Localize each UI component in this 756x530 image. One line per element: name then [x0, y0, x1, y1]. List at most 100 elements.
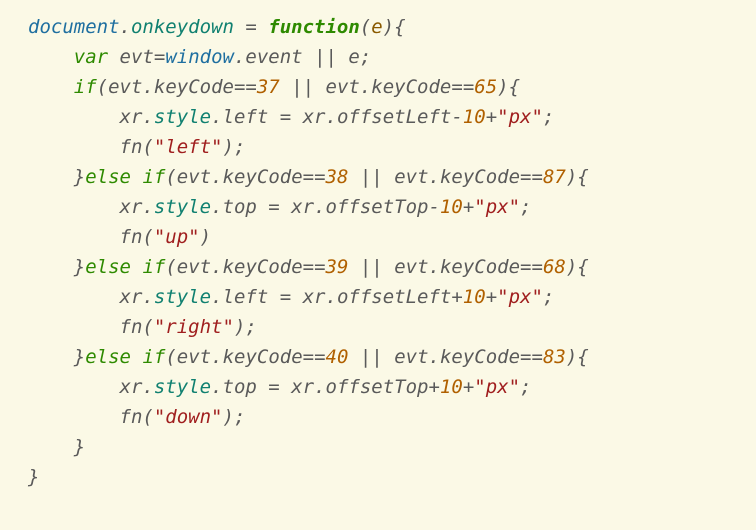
tok-event: event: [245, 46, 302, 68]
code-line: }else if(evt.keyCode==39 || evt.keyCode=…: [28, 256, 589, 278]
tok-keycode: keyCode: [440, 166, 520, 188]
tok-eqeq: ==: [451, 76, 474, 98]
tok-10: 10: [463, 286, 486, 308]
tok-xr: xr: [120, 376, 143, 398]
tok-xr: xr: [303, 286, 326, 308]
tok-document: document: [28, 16, 120, 38]
tok-brace-open: {: [509, 76, 520, 98]
tok-40: 40: [326, 346, 349, 368]
tok-paren-open: (: [142, 406, 153, 428]
tok-or: ||: [348, 346, 394, 368]
tok-plus: +: [486, 106, 497, 128]
tok-paren-open: (: [165, 346, 176, 368]
tok-plus: +: [486, 286, 497, 308]
tok-assign: =: [257, 196, 291, 218]
code-line: }else if(evt.keyCode==40 || evt.keyCode=…: [28, 346, 589, 368]
tok-left: left: [223, 106, 269, 128]
tok-str-right: "right": [154, 316, 234, 338]
tok-indent: [28, 286, 120, 308]
tok-dot: .: [142, 106, 153, 128]
tok-param-e: e: [371, 16, 382, 38]
tok-brace-open: {: [394, 16, 405, 38]
tok-dot: .: [142, 196, 153, 218]
tok-plus: +: [451, 286, 462, 308]
tok-indent: [28, 166, 74, 188]
tok-dot: .: [429, 166, 440, 188]
tok-else: else: [85, 256, 131, 278]
code-block: document.onkeydown = function(e){ var ev…: [28, 12, 740, 492]
tok-dot: .: [314, 196, 325, 218]
tok-brace-close: }: [74, 436, 85, 458]
tok-dot: .: [142, 76, 153, 98]
tok-e: e: [348, 46, 359, 68]
tok-semi: ;: [360, 46, 371, 68]
tok-if: if: [142, 346, 165, 368]
tok-dot: .: [211, 286, 222, 308]
tok-if: if: [142, 166, 165, 188]
tok-paren-open: (: [142, 136, 153, 158]
tok-paren-close: ): [566, 166, 577, 188]
tok-38: 38: [326, 166, 349, 188]
tok-paren-close: ): [383, 16, 394, 38]
tok-evt: evt: [394, 166, 428, 188]
code-line: xr.style.left = xr.offsetLeft+10+"px";: [28, 286, 554, 308]
tok-xr: xr: [291, 376, 314, 398]
tok-brace-close: }: [28, 466, 39, 488]
tok-fn: fn: [120, 316, 143, 338]
tok-style: style: [154, 286, 211, 308]
tok-brace-close: }: [74, 256, 85, 278]
tok-onkeydown: onkeydown: [131, 16, 234, 38]
tok-paren-close: ): [223, 406, 234, 428]
tok-indent: [28, 316, 120, 338]
tok-evt: evt: [394, 346, 428, 368]
tok-dot: .: [314, 376, 325, 398]
tok-paren-open: (: [97, 76, 108, 98]
tok-semi: ;: [543, 286, 554, 308]
tok-keycode: keyCode: [371, 76, 451, 98]
tok-fn: fn: [120, 406, 143, 428]
code-line: xr.style.top = xr.offsetTop+10+"px";: [28, 376, 531, 398]
tok-plus: +: [428, 376, 439, 398]
tok-dot: .: [211, 256, 222, 278]
tok-evt: evt: [326, 76, 360, 98]
tok-68: 68: [543, 256, 566, 278]
tok-dot: .: [211, 196, 222, 218]
tok-minus: -: [428, 196, 439, 218]
tok-sp: [131, 256, 142, 278]
tok-evt: evt: [177, 256, 211, 278]
tok-offsetleft: offsetLeft: [337, 106, 451, 128]
tok-eqeq: ==: [303, 346, 326, 368]
tok-xr: xr: [120, 286, 143, 308]
tok-top: top: [223, 196, 257, 218]
code-line: }: [28, 436, 85, 458]
tok-if: if: [142, 256, 165, 278]
tok-eqeq: ==: [520, 166, 543, 188]
tok-semi: ;: [234, 136, 245, 158]
tok-paren-close: ): [234, 316, 245, 338]
tok-dot: .: [120, 16, 131, 38]
tok-evt: evt: [177, 166, 211, 188]
tok-indent: [28, 106, 120, 128]
tok-paren-open: (: [360, 16, 371, 38]
tok-dot: .: [429, 346, 440, 368]
tok-indent: [28, 406, 120, 428]
tok-indent: [28, 136, 120, 158]
tok-paren-open: (: [165, 256, 176, 278]
tok-eqeq: ==: [234, 76, 257, 98]
tok-semi: ;: [520, 376, 531, 398]
tok-evt: evt: [177, 346, 211, 368]
tok-brace-close: }: [74, 346, 85, 368]
tok-plus: +: [463, 196, 474, 218]
tok-semi: ;: [520, 196, 531, 218]
tok-paren-close: ): [223, 136, 234, 158]
tok-eq: =: [154, 46, 165, 68]
tok-dot: .: [326, 106, 337, 128]
tok-dot: .: [211, 376, 222, 398]
code-line: fn("right");: [28, 316, 257, 338]
code-line: xr.style.left = xr.offsetLeft-10+"px";: [28, 106, 554, 128]
tok-style: style: [154, 106, 211, 128]
tok-10: 10: [463, 106, 486, 128]
tok-offsettop: offsetTop: [326, 196, 429, 218]
tok-semi: ;: [234, 406, 245, 428]
tok-fn: fn: [120, 226, 143, 248]
